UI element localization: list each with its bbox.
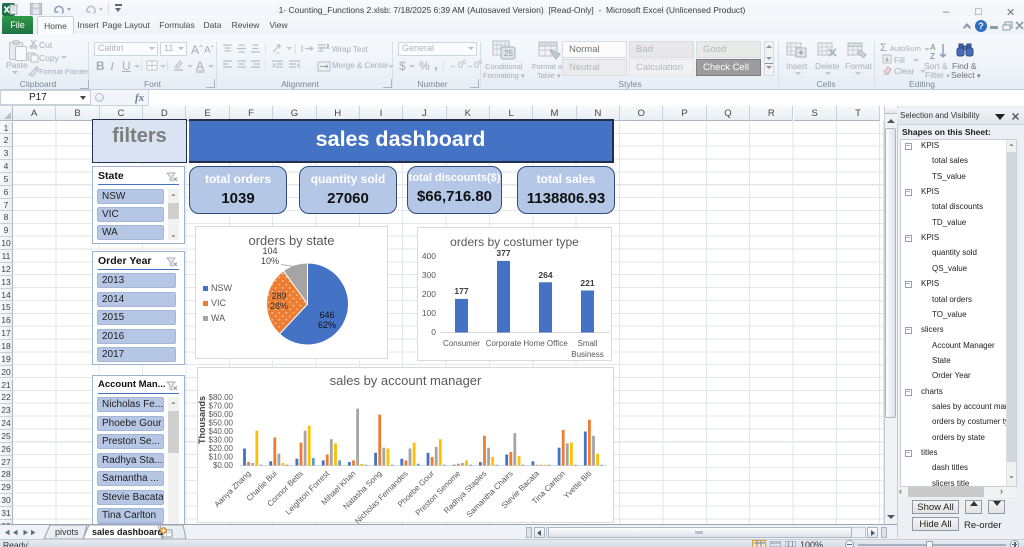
svg-text:VIC: VIC xyxy=(211,298,227,308)
svg-text:Samantha Chairs: Samantha Chairs xyxy=(465,469,515,519)
svg-text:264: 264 xyxy=(538,270,552,280)
svg-text:28%: 28% xyxy=(270,301,288,311)
svg-text:Preston Senome: Preston Senome xyxy=(414,469,463,518)
svg-text:377: 377 xyxy=(496,248,510,258)
svg-text:Home Office: Home Office xyxy=(523,339,568,348)
svg-text:104: 104 xyxy=(262,246,277,256)
svg-text:$0.00: $0.00 xyxy=(213,461,234,470)
svg-text:WA: WA xyxy=(211,313,225,323)
svg-text:646: 646 xyxy=(319,310,334,320)
svg-text:25: 25 xyxy=(504,49,513,58)
svg-text:100: 100 xyxy=(422,308,436,318)
svg-text:Small: Small xyxy=(577,339,597,348)
svg-text:Yvette Biti: Yvette Biti xyxy=(562,469,594,501)
svg-text:$40.00: $40.00 xyxy=(209,427,234,436)
svg-text:Corporate: Corporate xyxy=(486,339,522,348)
svg-text:$10.00: $10.00 xyxy=(209,453,234,462)
svg-text:$20.00: $20.00 xyxy=(209,444,234,453)
svg-text:Z: Z xyxy=(930,52,935,61)
svg-text:10%: 10% xyxy=(261,256,279,266)
svg-text:Business: Business xyxy=(571,350,603,359)
svg-text:289: 289 xyxy=(271,291,286,301)
svg-text:62%: 62% xyxy=(318,320,336,330)
svg-text:NSW: NSW xyxy=(211,283,233,293)
svg-text:221: 221 xyxy=(580,278,594,288)
svg-text:300: 300 xyxy=(422,270,436,280)
svg-text:Consumer: Consumer xyxy=(443,339,480,348)
svg-text:$60.00: $60.00 xyxy=(209,410,234,419)
svg-text:$70.00: $70.00 xyxy=(209,402,234,411)
svg-text:A: A xyxy=(930,43,936,52)
svg-text:400: 400 xyxy=(422,251,436,261)
svg-text:Aanya Zhang: Aanya Zhang xyxy=(212,469,252,509)
svg-text:$80.00: $80.00 xyxy=(209,393,234,402)
svg-text:200: 200 xyxy=(422,289,436,299)
svg-text:$30.00: $30.00 xyxy=(209,436,234,445)
svg-text:$50.00: $50.00 xyxy=(209,419,234,428)
svg-text:Thousands: Thousands xyxy=(198,396,207,444)
svg-text:177: 177 xyxy=(454,286,468,296)
svg-text:0: 0 xyxy=(431,327,436,337)
